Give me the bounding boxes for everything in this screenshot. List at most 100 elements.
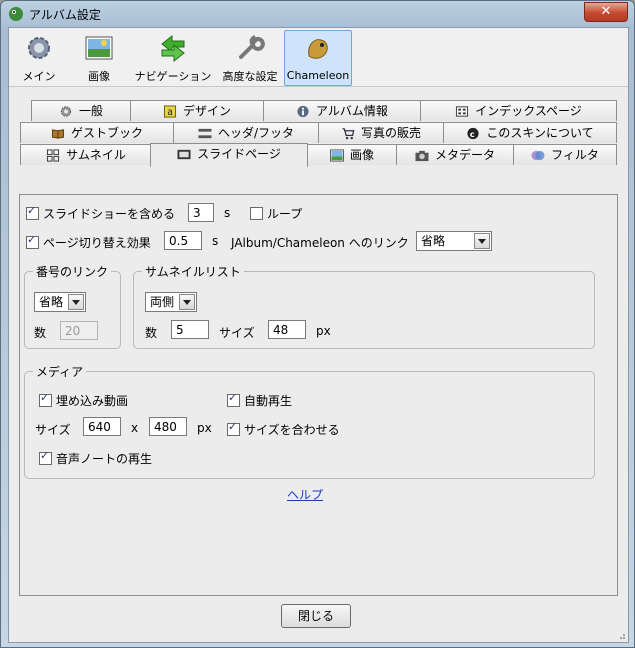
gear-icon xyxy=(28,37,50,59)
media-px-label: px xyxy=(197,421,212,435)
tab-slide-page-label: スライドページ xyxy=(197,147,281,161)
tab-row-3: サムネイル スライドページ 画像 メタデータ フィルタ xyxy=(19,143,618,167)
jalbum-link-label: JAlbum/Chameleon へのリンク xyxy=(231,236,409,250)
toolbar-chameleon-label: Chameleon xyxy=(286,69,350,82)
loop-check[interactable] xyxy=(250,207,263,220)
image-icon xyxy=(330,149,344,162)
camera-icon xyxy=(415,150,429,162)
toolbar-navigation-label: ナビゲーション xyxy=(134,70,212,83)
chameleon-icon xyxy=(308,39,328,59)
chevron-down-icon[interactable] xyxy=(68,294,84,310)
thumbnail-list-select[interactable]: 両側 xyxy=(145,292,197,312)
media-legend: メディア xyxy=(33,363,87,380)
info-icon xyxy=(297,105,309,118)
tab-thumbnail[interactable]: サムネイル xyxy=(20,144,152,165)
transition-label: ページ切り替え効果 xyxy=(43,236,151,250)
tab-filter-label: フィルタ xyxy=(551,148,599,162)
include-slideshow-check[interactable] xyxy=(26,204,39,220)
book-icon xyxy=(51,129,65,139)
settings-toolbar: メイン 画像 ナビゲーション 高度な設定 Chameleon xyxy=(9,28,628,87)
dialog-body: メイン 画像 ナビゲーション 高度な設定 Chameleon 一般 a デザイン… xyxy=(8,27,629,643)
media-x-label: x xyxy=(131,421,139,435)
transition-check[interactable] xyxy=(26,233,39,249)
tab-general[interactable]: 一般 xyxy=(31,100,131,121)
toolbar-navigation-button[interactable]: ナビゲーション xyxy=(131,30,215,84)
tab-photo-sales[interactable]: 写真の販売 xyxy=(318,122,444,143)
slideshow-unit: s xyxy=(224,206,231,220)
embed-video-checkbox[interactable]: 埋め込み動画 xyxy=(39,391,128,409)
tab-row-2: ゲストブック ヘッダ/フッタ 写真の販売 c このスキンについて xyxy=(19,122,618,144)
tab-slide-page[interactable]: スライドページ xyxy=(150,143,308,167)
close-button[interactable]: 閉じる xyxy=(281,604,351,628)
autoplay-check[interactable] xyxy=(227,391,240,407)
tab-metadata-label: メタデータ xyxy=(434,148,495,162)
tab-about-skin-label: このスキンについて xyxy=(486,126,594,140)
transition-duration-input[interactable]: 0.5 xyxy=(164,231,202,250)
number-link-legend: 番号のリンク xyxy=(33,263,112,280)
number-link-value: 省略 xyxy=(39,295,64,309)
arrows-icon xyxy=(161,34,185,63)
settings-window: アルバム設定 ✕ メイン 画像 ナビゲーション 高度な設定 Chameleon … xyxy=(0,0,635,648)
number-link-group: 番号のリンク 省略 数 20 xyxy=(24,263,121,349)
chevron-down-icon[interactable] xyxy=(474,233,490,249)
svg-text:a: a xyxy=(167,107,173,118)
fit-size-check[interactable] xyxy=(227,420,240,436)
tab-general-label: 一般 xyxy=(78,104,103,118)
chevron-down-icon[interactable] xyxy=(179,294,195,310)
tab-header-footer-label: ヘッダ/フッタ xyxy=(217,126,295,140)
thumbnail-size-label: サイズ xyxy=(219,326,255,340)
autoplay-checkbox[interactable]: 自動再生 xyxy=(227,391,292,409)
thumbnail-count-input[interactable]: 5 xyxy=(171,320,209,339)
media-height-input[interactable]: 480 xyxy=(149,417,187,436)
cart-icon xyxy=(342,128,355,140)
number-link-count-input[interactable]: 20 xyxy=(60,321,98,340)
tab-design[interactable]: a デザイン xyxy=(130,100,264,121)
tab-image[interactable]: 画像 xyxy=(307,144,397,165)
settings-panel: 一般 aデザイン アルバム情報 インデックスページ ゲストブック ヘッダ/フッ xyxy=(19,94,618,596)
title-bar[interactable]: アルバム設定 ✕ xyxy=(1,1,634,27)
image-icon xyxy=(85,36,113,60)
toolbar-advanced-button[interactable]: 高度な設定 xyxy=(219,30,281,84)
thumbnail-list-legend: サムネイルリスト xyxy=(142,263,244,280)
thumbnail-size-input[interactable]: 48 xyxy=(268,320,306,339)
gear-icon xyxy=(60,106,72,117)
toolbar-main-button[interactable]: メイン xyxy=(11,30,67,84)
svg-text:c: c xyxy=(470,129,475,139)
include-slideshow-checkbox[interactable]: スライドショーを含める xyxy=(26,204,175,222)
tab-album-info[interactable]: アルバム情報 xyxy=(263,100,421,121)
loop-label: ループ xyxy=(267,207,303,221)
media-size-label: サイズ xyxy=(35,423,71,437)
index-icon xyxy=(456,106,469,117)
resize-grip-icon[interactable] xyxy=(616,630,626,640)
tab-about-skin[interactable]: c このスキンについて xyxy=(443,122,617,143)
transition-checkbox[interactable]: ページ切り替え効果 xyxy=(26,233,151,251)
number-link-select[interactable]: 省略 xyxy=(34,292,86,312)
help-link[interactable]: ヘルプ xyxy=(287,486,323,503)
loop-checkbox[interactable]: ループ xyxy=(250,205,302,222)
tab-photo-sales-label: 写真の販売 xyxy=(360,126,421,140)
slideshow-interval-input[interactable]: 3 xyxy=(188,203,214,222)
tab-design-label: デザイン xyxy=(182,104,231,118)
window-title: アルバム設定 xyxy=(29,8,101,22)
tab-metadata[interactable]: メタデータ xyxy=(396,144,514,165)
slide-icon xyxy=(177,149,191,160)
voice-note-check[interactable] xyxy=(39,449,52,465)
embed-video-check[interactable] xyxy=(39,391,52,407)
voice-note-checkbox[interactable]: 音声ノートの再生 xyxy=(39,449,152,467)
toolbar-chameleon-button[interactable]: Chameleon xyxy=(284,30,352,86)
toolbar-main-label: メイン xyxy=(22,70,56,83)
grid-icon xyxy=(47,149,60,162)
media-width-input[interactable]: 640 xyxy=(83,417,121,436)
jalbum-link-value: 省略 xyxy=(421,234,446,248)
tab-filter[interactable]: フィルタ xyxy=(513,144,617,165)
jalbum-link-select[interactable]: 省略 xyxy=(416,231,492,251)
tab-index-page[interactable]: インデックスページ xyxy=(420,100,617,121)
thumbnail-count-label: 数 xyxy=(145,326,158,340)
toolbar-image-button[interactable]: 画像 xyxy=(71,30,127,84)
tab-guestbook-label: ゲストブック xyxy=(70,126,143,140)
tab-guestbook[interactable]: ゲストブック xyxy=(20,122,174,143)
tab-header-footer[interactable]: ヘッダ/フッタ xyxy=(173,122,319,143)
fit-size-checkbox[interactable]: サイズを合わせる xyxy=(227,420,340,438)
window-close-button[interactable]: ✕ xyxy=(584,2,628,22)
transition-unit: s xyxy=(212,234,219,248)
